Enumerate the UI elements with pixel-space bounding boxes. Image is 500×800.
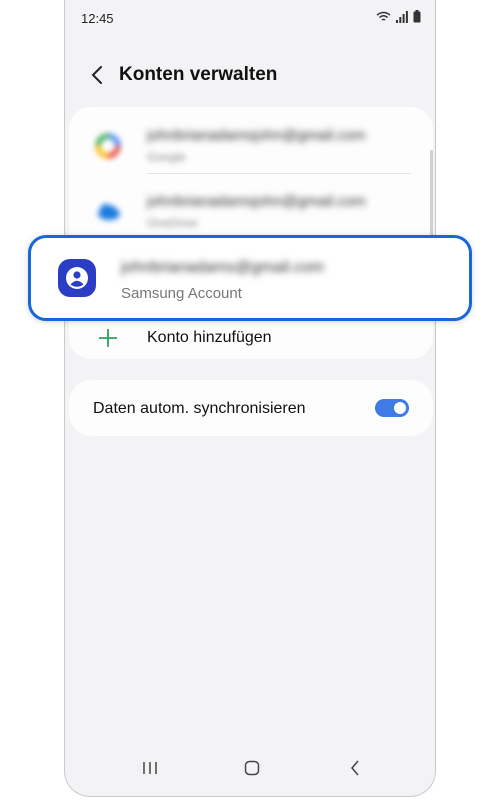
account-row-onedrive[interactable]: johnbrianadamsjohn@gmail.com OneDrive bbox=[69, 179, 433, 243]
signal-icon bbox=[396, 10, 408, 23]
toggle-knob bbox=[394, 402, 406, 414]
page-title: Konten verwalten bbox=[119, 64, 278, 85]
battery-icon bbox=[413, 10, 421, 23]
samsung-account-row-highlighted[interactable]: johnbrianadams@gmail.com Samsung Account bbox=[28, 235, 472, 321]
phone-frame: 12:45 Konten verwalten johnbrianadamsjoh… bbox=[64, 0, 436, 797]
status-icons bbox=[376, 10, 421, 23]
back-nav-icon bbox=[351, 760, 359, 776]
sync-card: Daten autom. synchronisieren bbox=[69, 380, 433, 436]
account-email: johnbrianadamsjohn@gmail.com bbox=[147, 127, 366, 144]
account-email: johnbrianadams@gmail.com bbox=[121, 259, 324, 276]
add-account-label: Konto hinzufügen bbox=[147, 329, 272, 346]
recent-apps-icon bbox=[143, 762, 157, 774]
google-icon bbox=[95, 133, 121, 159]
accounts-card: johnbrianadamsjohn@gmail.com Google john… bbox=[69, 107, 433, 359]
account-row-google[interactable]: johnbrianadamsjohn@gmail.com Google bbox=[69, 113, 433, 177]
back-nav-button[interactable] bbox=[340, 754, 370, 782]
account-type: OneDrive bbox=[147, 216, 198, 230]
samsung-account-icon bbox=[58, 259, 96, 297]
onedrive-icon bbox=[98, 204, 120, 220]
home-icon bbox=[244, 760, 260, 776]
plus-icon bbox=[99, 329, 117, 347]
navigation-bar bbox=[65, 740, 435, 796]
status-time: 12:45 bbox=[81, 11, 114, 26]
recent-apps-button[interactable] bbox=[135, 754, 165, 782]
sync-label: Daten autom. synchronisieren bbox=[93, 400, 306, 417]
chevron-left-icon bbox=[91, 66, 102, 84]
account-type: Google bbox=[147, 150, 186, 164]
wifi-icon bbox=[376, 11, 391, 21]
add-account-button[interactable]: Konto hinzufügen bbox=[69, 317, 433, 361]
scrollbar[interactable] bbox=[430, 150, 433, 240]
divider bbox=[147, 173, 411, 174]
home-button[interactable] bbox=[237, 754, 267, 782]
account-type: Samsung Account bbox=[121, 285, 242, 302]
page-header: Konten verwalten bbox=[85, 63, 277, 87]
sync-toggle[interactable] bbox=[375, 399, 409, 417]
status-bar: 12:45 bbox=[65, 0, 435, 38]
back-button[interactable] bbox=[85, 63, 109, 87]
account-email: johnbrianadamsjohn@gmail.com bbox=[147, 193, 366, 210]
